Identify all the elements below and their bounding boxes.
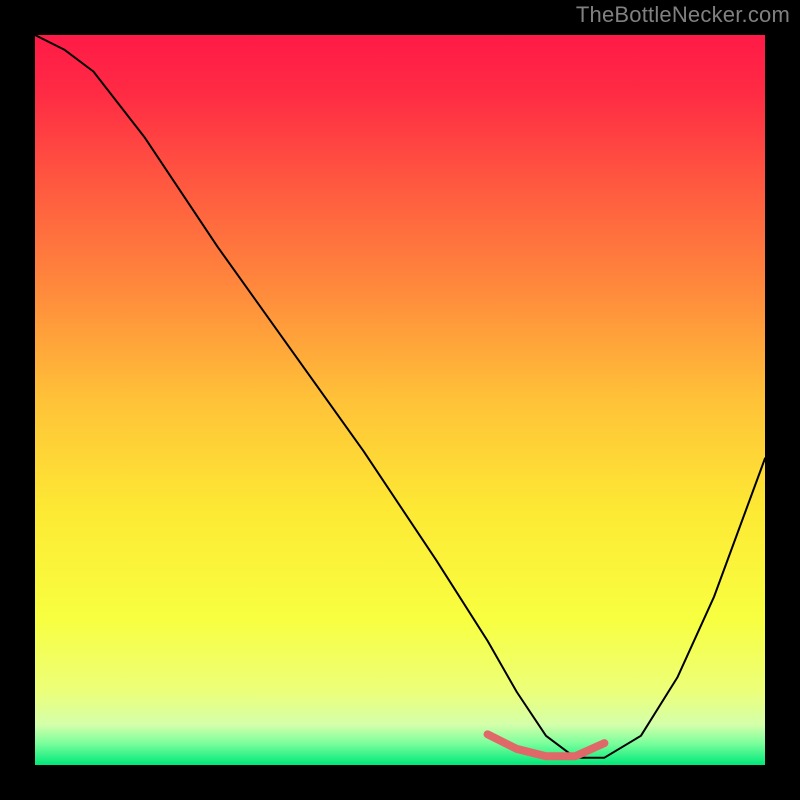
chart-outer: TheBottleNecker.com xyxy=(0,0,800,800)
attribution-text: TheBottleNecker.com xyxy=(576,2,790,28)
chart-svg xyxy=(35,35,765,765)
gradient-background xyxy=(35,35,765,765)
chart-plot-area xyxy=(35,35,765,765)
